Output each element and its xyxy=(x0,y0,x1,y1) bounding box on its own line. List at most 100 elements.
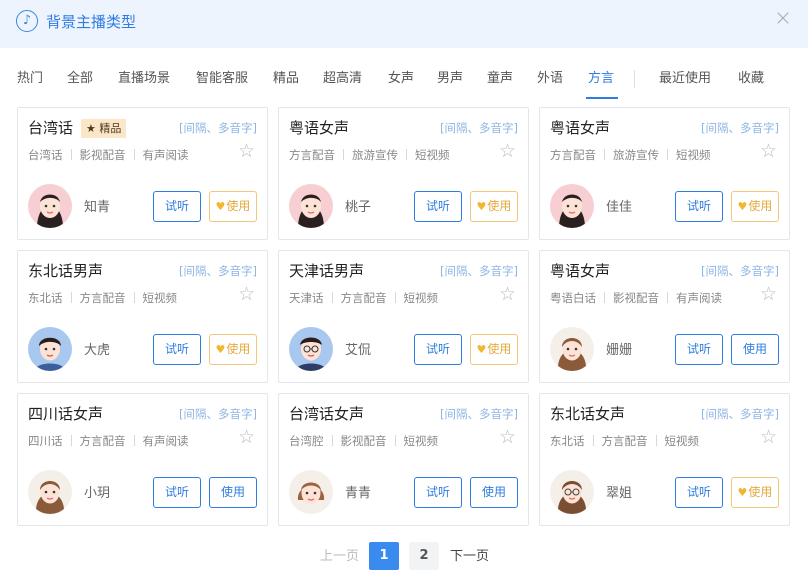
listen-button[interactable]: 试听 xyxy=(414,191,462,222)
card-tag: 台湾话 xyxy=(28,148,63,162)
use-button[interactable]: ♥使用 xyxy=(731,477,779,508)
use-button[interactable]: ♥使用 xyxy=(470,191,518,222)
card-tag: 旅游宣传 xyxy=(352,148,398,162)
tab-favorites[interactable]: 收藏 xyxy=(738,70,764,88)
star-outline-icon[interactable]: ☆ xyxy=(760,140,777,162)
tab-live-scene[interactable]: 直播场景 xyxy=(118,70,170,88)
tab-recent[interactable]: 最近使用 xyxy=(659,70,711,88)
announcer-card[interactable]: 天津话男声 [间隔、多音字] 天津话 方言配音 短视频 ☆ 艾侃 试听 ♥使用 xyxy=(278,250,529,383)
card-tag: 方言配音 xyxy=(79,291,126,305)
card-title: 台湾话 xyxy=(28,119,74,137)
listen-button[interactable]: 试听 xyxy=(675,334,723,365)
tag-separator xyxy=(343,149,344,160)
announcer-card[interactable]: 粤语女声 [间隔、多音字] 方言配音 旅游宣传 短视频 ☆ 佳佳 试听 ♥使用 xyxy=(539,107,790,240)
card-tag: 短视频 xyxy=(403,291,439,305)
tab-all[interactable]: 全部 xyxy=(67,70,93,88)
tab-dialect[interactable]: 方言 xyxy=(588,70,614,88)
avatar xyxy=(289,470,333,514)
tab-premium[interactable]: 精品 xyxy=(273,70,299,88)
close-icon[interactable]: × xyxy=(772,8,794,30)
card-tag: 旅游宣传 xyxy=(613,148,659,162)
card-title: 台湾话女声 xyxy=(289,405,365,423)
card-note: [间隔、多音字] xyxy=(440,121,518,135)
pagination: 上一页 1 2 下一页 xyxy=(0,540,808,572)
prev-page-button[interactable]: 上一页 xyxy=(320,548,359,565)
star-outline-icon[interactable]: ☆ xyxy=(238,283,255,305)
star-outline-icon[interactable]: ☆ xyxy=(499,283,516,305)
heart-icon: ♥ xyxy=(737,486,748,499)
announcer-card[interactable]: 东北话男声 [间隔、多音字] 东北话 方言配音 短视频 ☆ 大虎 试听 ♥使用 xyxy=(17,250,268,383)
tag-separator xyxy=(667,149,668,160)
card-tag: 方言配音 xyxy=(601,434,648,448)
listen-button[interactable]: 试听 xyxy=(153,191,201,222)
premium-badge: ★ 精品 xyxy=(81,119,127,138)
tag-separator xyxy=(604,149,605,160)
page-2-button[interactable]: 2 xyxy=(409,542,439,570)
card-tag: 粤语白话 xyxy=(550,291,596,305)
star-outline-icon[interactable]: ☆ xyxy=(760,283,777,305)
dialog-title: 背景主播类型 xyxy=(46,13,137,31)
use-button-label: 使用 xyxy=(748,485,773,499)
tag-separator xyxy=(133,292,135,303)
tab-divider xyxy=(634,70,635,88)
use-button-label: 使用 xyxy=(748,199,773,213)
use-button[interactable]: ♥使用 xyxy=(209,191,257,222)
announcer-card[interactable]: 四川话女声 [间隔、多音字] 四川话 方言配音 有声阅读 ☆ 小玥 试听 使用 xyxy=(17,393,268,526)
star-outline-icon[interactable]: ☆ xyxy=(760,426,777,448)
tab-hot[interactable]: 热门 xyxy=(17,70,43,88)
listen-button[interactable]: 试听 xyxy=(675,191,723,222)
card-note: [间隔、多音字] xyxy=(701,264,779,278)
tag-separator xyxy=(70,292,72,303)
use-button[interactable]: 使用 xyxy=(209,477,257,508)
listen-button[interactable]: 试听 xyxy=(153,334,201,365)
tab-foreign[interactable]: 外语 xyxy=(537,70,563,88)
tag-separator xyxy=(70,435,72,446)
use-button[interactable]: 使用 xyxy=(731,334,779,365)
heart-icon: ♥ xyxy=(215,200,226,213)
use-button[interactable]: ♥使用 xyxy=(470,334,518,365)
tag-separator xyxy=(133,149,135,160)
tab-male[interactable]: 男声 xyxy=(437,70,463,88)
category-tabs: 热门 全部 直播场景 智能客服 精品 超高清 女声 男声 童声 外语 方言 最近… xyxy=(0,64,808,99)
card-tag: 短视频 xyxy=(664,434,700,448)
card-tag: 短视频 xyxy=(142,291,178,305)
announcer-name: 青青 xyxy=(345,486,372,501)
card-tags: 方言配音 旅游宣传 短视频 xyxy=(289,147,450,163)
tab-smart-service[interactable]: 智能客服 xyxy=(196,70,248,88)
tab-female[interactable]: 女声 xyxy=(388,70,414,88)
tab-child[interactable]: 童声 xyxy=(487,70,513,88)
announcer-card[interactable]: 粤语女声 [间隔、多音字] 方言配音 旅游宣传 短视频 ☆ 桃子 试听 ♥使用 xyxy=(278,107,529,240)
use-button-label: 使用 xyxy=(487,342,512,356)
avatar xyxy=(28,184,72,228)
card-note: [间隔、多音字] xyxy=(701,407,779,421)
card-tags: 台湾话 影视配音 有声阅读 xyxy=(28,147,189,163)
music-note-icon: ♪ xyxy=(16,10,38,32)
card-title: 天津话男声 xyxy=(289,262,365,280)
star-outline-icon[interactable]: ☆ xyxy=(238,140,255,162)
use-button[interactable]: 使用 xyxy=(470,477,518,508)
card-title: 粤语女声 xyxy=(550,262,611,280)
next-page-button[interactable]: 下一页 xyxy=(450,548,489,565)
listen-button[interactable]: 试听 xyxy=(414,334,462,365)
star-outline-icon[interactable]: ☆ xyxy=(238,426,255,448)
use-button[interactable]: ♥使用 xyxy=(731,191,779,222)
card-title: 四川话女声 xyxy=(28,405,104,423)
tab-ultra-hd[interactable]: 超高清 xyxy=(323,70,362,88)
card-note: [间隔、多音字] xyxy=(179,407,257,421)
page-1-button[interactable]: 1 xyxy=(369,542,399,570)
announcer-name: 佳佳 xyxy=(606,200,633,215)
star-outline-icon[interactable]: ☆ xyxy=(499,140,516,162)
card-tag: 短视频 xyxy=(415,148,450,162)
star-outline-icon[interactable]: ☆ xyxy=(499,426,516,448)
listen-button[interactable]: 试听 xyxy=(414,477,462,508)
announcer-card[interactable]: 东北话女声 [间隔、多音字] 东北话 方言配音 短视频 ☆ 翠姐 试听 ♥使用 xyxy=(539,393,790,526)
use-button[interactable]: ♥使用 xyxy=(209,334,257,365)
announcer-card[interactable]: 台湾话 ★ 精品 [间隔、多音字] 台湾话 影视配音 有声阅读 ☆ 知青 试听 ♥使… xyxy=(17,107,268,240)
listen-button[interactable]: 试听 xyxy=(153,477,201,508)
listen-button[interactable]: 试听 xyxy=(675,477,723,508)
card-title: 粤语女声 xyxy=(550,119,611,137)
announcer-card[interactable]: 台湾话女声 [间隔、多音字] 台湾腔 影视配音 短视频 ☆ 青青 试听 使用 xyxy=(278,393,529,526)
card-note: [间隔、多音字] xyxy=(179,121,257,135)
announcer-card[interactable]: 粤语女声 [间隔、多音字] 粤语白话 影视配音 有声阅读 ☆ 姗姗 试听 使用 xyxy=(539,250,790,383)
card-tag: 台湾腔 xyxy=(289,434,324,448)
